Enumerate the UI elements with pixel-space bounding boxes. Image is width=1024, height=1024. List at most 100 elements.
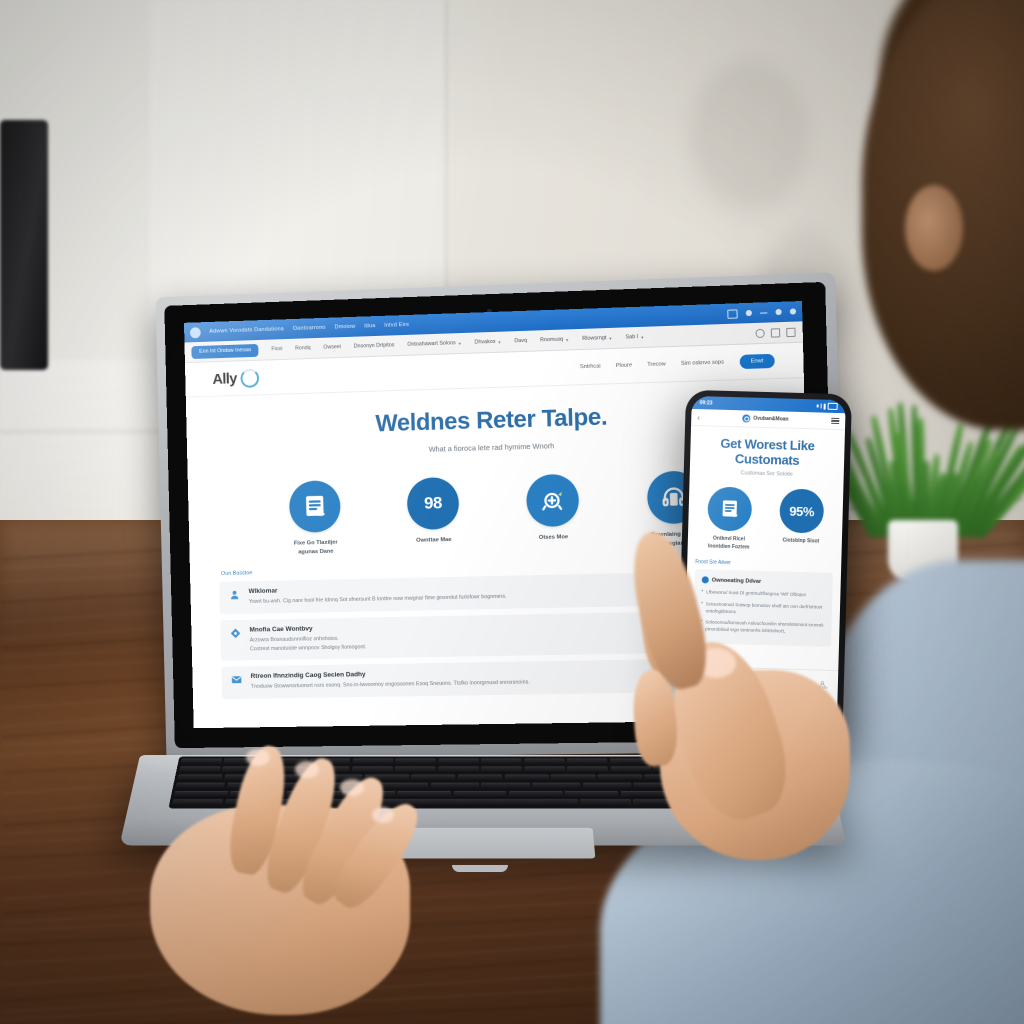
- keyboard-key[interactable]: [481, 767, 522, 773]
- content-row-desc: Tnoduow Stowwnsrtuonsrt nsrs esonq. Sno-…: [251, 679, 530, 692]
- circle-logo-icon: [743, 414, 751, 422]
- toolbar-menu-item[interactable]: Rnomusq ▼: [540, 336, 569, 343]
- toolbar-menu-item[interactable]: Davq: [514, 338, 527, 344]
- titlebar-item[interactable]: Adwwn Vorodats Dandationa: [209, 326, 284, 335]
- keyboard-key[interactable]: [567, 767, 608, 773]
- phone-brand-text: Ovuban&Moan: [753, 416, 788, 423]
- person-ear: [905, 185, 963, 271]
- document-form-icon: [289, 480, 341, 533]
- nav-link[interactable]: Sim osknvo sops: [681, 359, 724, 366]
- toolbar-menu-label: Rlowsrngt: [582, 335, 606, 342]
- content-row-body: Rtreon Ifnnzindig Caog Secien Dadhy Tnodu…: [251, 669, 530, 692]
- toolbar-menu-item[interactable]: Ontoahawart Soloos ▼: [407, 340, 461, 348]
- toolbar-menu-label: Sab I: [625, 334, 638, 340]
- titlebar-item[interactable]: Oantoarrono: [293, 325, 326, 332]
- battery-icon: [828, 403, 838, 410]
- active-browser-tab[interactable]: Enn Int Ondaw Inesaa: [191, 343, 259, 358]
- keyboard-key[interactable]: [532, 783, 581, 789]
- account-circle-icon[interactable]: [755, 328, 764, 337]
- content-row-desc: Arzowra Bosnaudsnnnlfioz snhshoios. Costr…: [250, 634, 367, 653]
- window-controls: [727, 307, 796, 319]
- keyboard-key[interactable]: [504, 775, 548, 781]
- cta-button[interactable]: Enwt: [739, 354, 775, 369]
- wall-texture: [690, 60, 810, 210]
- number-badge-icon: 98: [407, 477, 460, 530]
- feature-label: Otses Moe: [510, 532, 597, 543]
- content-row-body: Mnofia Cae Wontbvy Arzowra Bosnaudsnnnlfi…: [249, 624, 366, 653]
- toolbar-menu-label: Owseei: [323, 344, 341, 351]
- content-row-desc: Yowrt bu-wvh. Cig nare hool frie Idnnq S…: [249, 593, 507, 607]
- status-icons: [817, 403, 838, 410]
- keyboard-key[interactable]: [524, 767, 565, 773]
- nav-link[interactable]: Ploure: [616, 362, 632, 369]
- signal-bars-icon: [817, 404, 819, 407]
- chevron-down-icon: ▼: [640, 334, 644, 339]
- toolbar-right-icons: [755, 327, 795, 337]
- refresh-chat-icon: [526, 474, 579, 527]
- chevron-down-icon: ▼: [497, 339, 501, 344]
- feature-item[interactable]: 98 Ownttae Mae: [390, 476, 477, 554]
- chevron-left-icon[interactable]: ‹: [697, 413, 700, 422]
- maximize-icon[interactable]: [775, 309, 781, 315]
- content-row-title: Mnofia Cae Wontbvy: [249, 624, 365, 633]
- toolbar-menu-item[interactable]: Dnsonyn Drtpitos: [354, 342, 395, 349]
- nav-link[interactable]: Trecow: [647, 361, 666, 368]
- toolbar-menu-item[interactable]: Rlowsrngt ▼: [582, 335, 612, 342]
- toolbar-menu-label: Davq: [514, 338, 527, 344]
- toolbar-menu-label: Dhvakos: [474, 339, 495, 346]
- feature-item[interactable]: Otses Moe: [509, 473, 597, 552]
- photo-scene: Adwwn Vorodats Dandationa Oantoarrono Dm…: [0, 0, 1024, 1024]
- diamond-badge-icon: [229, 627, 242, 640]
- left-hand-on-keyboard: [150, 745, 480, 1005]
- feature-label: Fixe Go Tlaxiljer agunas Dane: [274, 538, 359, 557]
- titlebar-item[interactable]: ldua: [364, 323, 375, 329]
- bookmark-icon[interactable]: [771, 328, 780, 337]
- toolbar-menu-label: Fioxi: [271, 346, 282, 352]
- keyboard-key[interactable]: [551, 775, 596, 781]
- brand-name: Ally: [212, 370, 237, 388]
- hamburger-menu-icon[interactable]: [831, 418, 839, 424]
- keyboard-key[interactable]: [565, 791, 619, 798]
- window-restore-icon[interactable]: [727, 309, 737, 318]
- toolbar-menu-item[interactable]: Fioxi: [271, 346, 282, 352]
- toolbar-menu-label: Dnsonyn Drtpitos: [354, 342, 395, 349]
- keyboard-key[interactable]: [524, 759, 565, 765]
- nav-link[interactable]: Sntrhcai: [580, 363, 601, 370]
- titlebar-item[interactable]: lntvd Eirs: [384, 322, 409, 329]
- chevron-down-icon: ▼: [608, 335, 612, 340]
- phone-stat-value: 95%: [789, 503, 814, 519]
- toolbar-menu-label: Ontoahawart Soloos: [407, 340, 456, 348]
- browser-globe-icon: [190, 327, 201, 338]
- chevron-down-icon: ▼: [565, 337, 569, 342]
- phone-brand: Ovuban&Moan: [743, 414, 789, 423]
- keyboard-key[interactable]: [481, 759, 522, 765]
- toolbar-menu-label: Rondq: [295, 345, 311, 351]
- status-time: 09:23: [700, 400, 713, 406]
- site-brand[interactable]: Ally: [212, 368, 259, 388]
- speaker-device: [0, 120, 48, 370]
- wifi-icon: [824, 403, 826, 409]
- feature-label: Ownttae Mae: [391, 535, 476, 546]
- mail-envelope-icon: [230, 673, 243, 686]
- toolbar-menu-item[interactable]: Sab I ▼: [625, 334, 644, 341]
- site-nav: Sntrhcai Ploure Trecow Sim osknvo sops E…: [580, 354, 775, 374]
- feature-value: 98: [424, 493, 442, 513]
- chevron-down-icon: ▼: [458, 341, 462, 346]
- ring-logo-icon: [240, 368, 259, 387]
- keyboard-key[interactable]: [481, 783, 530, 789]
- minimize-icon[interactable]: [760, 312, 767, 313]
- overflow-icon[interactable]: [786, 327, 795, 336]
- signal-bars-icon: [820, 404, 822, 409]
- toolbar-menu-item[interactable]: Dhvakos ▼: [474, 339, 501, 346]
- feature-item[interactable]: Fixe Go Tlaxiljer agunas Dane: [272, 480, 358, 558]
- toolbar-menu-item[interactable]: Rondq: [295, 345, 311, 351]
- keyboard-key[interactable]: [567, 759, 608, 765]
- keyboard-key[interactable]: [509, 791, 563, 798]
- toolbar-menu-item[interactable]: Owseei: [323, 344, 341, 351]
- titlebar-item[interactable]: Dmoiow: [334, 324, 355, 331]
- menu-dots-icon[interactable]: [746, 310, 752, 316]
- close-icon[interactable]: [790, 308, 796, 314]
- user-avatar-icon: [228, 589, 241, 602]
- content-row-body: Wlklomar Yowrt bu-wvh. Cig nare hool frie…: [249, 583, 507, 607]
- toolbar-menu-label: Rnomusq: [540, 337, 563, 344]
